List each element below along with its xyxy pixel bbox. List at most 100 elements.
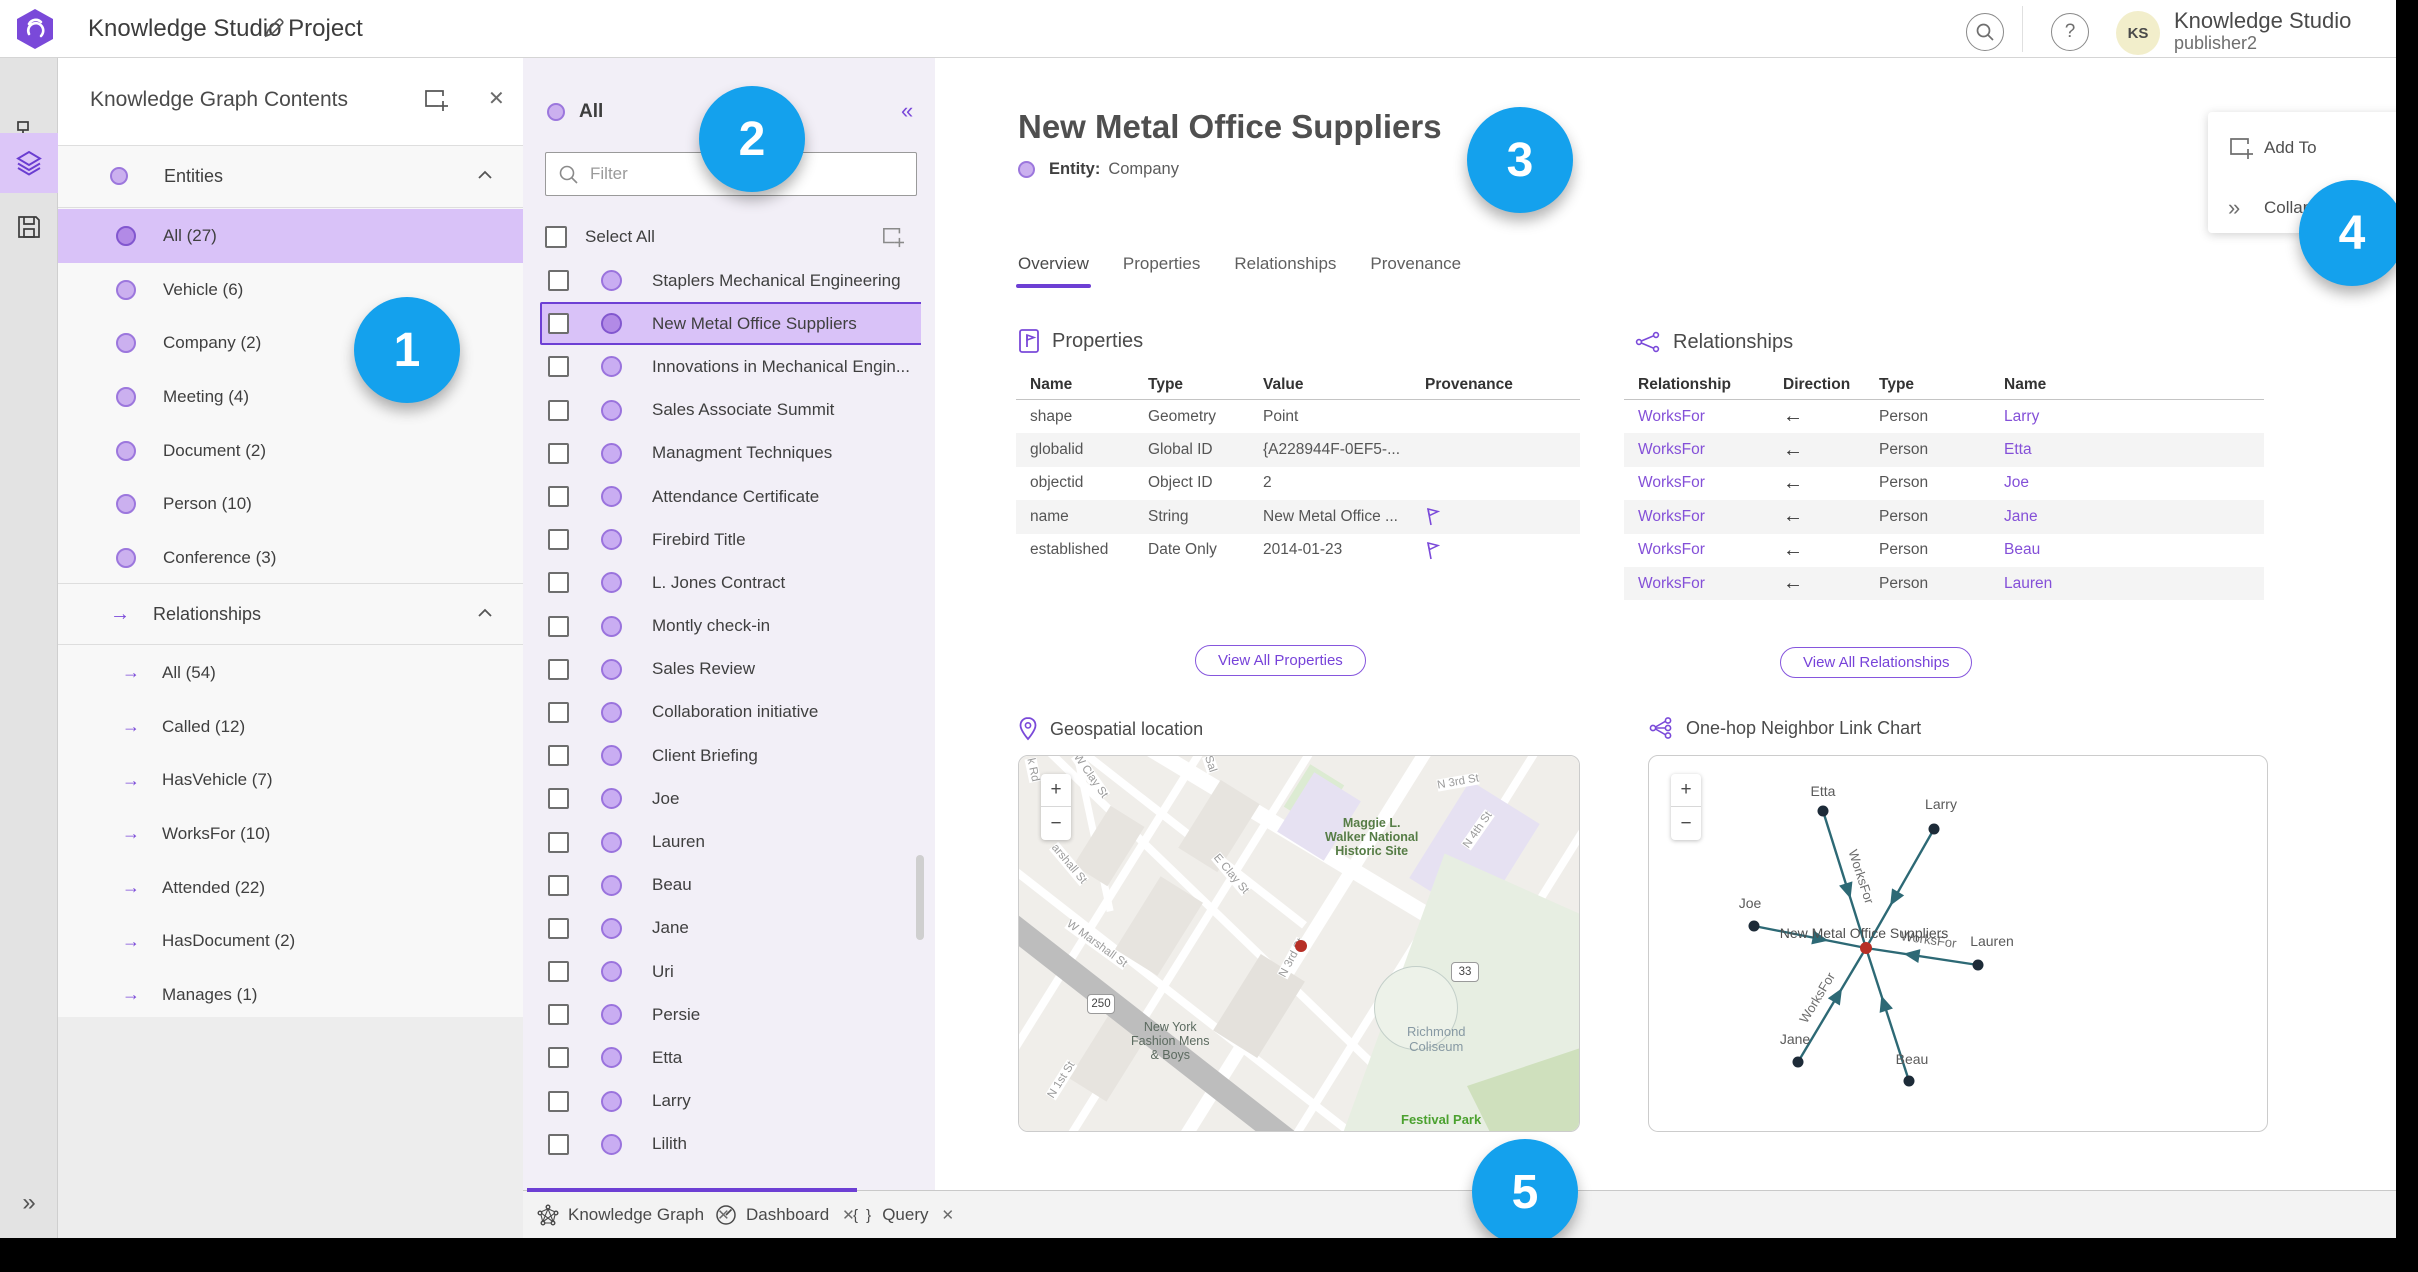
entity-list-item[interactable]: Firebird Title bbox=[540, 518, 921, 561]
entity-type-row[interactable]: Meeting (4) bbox=[58, 370, 523, 424]
tab-dashboard[interactable]: Dashboard ✕ bbox=[715, 1191, 855, 1239]
entity-list-item[interactable]: Joe bbox=[540, 777, 921, 820]
zoom-in-button[interactable]: + bbox=[1041, 774, 1071, 807]
view-all-relationships-button[interactable]: View All Relationships bbox=[1780, 647, 1973, 678]
node-Lauren[interactable] bbox=[1972, 959, 1984, 971]
entity-checkbox[interactable] bbox=[548, 270, 569, 292]
rail-contents-button[interactable] bbox=[0, 133, 58, 193]
entities-section-header[interactable]: Entities bbox=[58, 146, 523, 206]
entity-checkbox[interactable] bbox=[548, 486, 569, 508]
close-panel-icon[interactable]: ✕ bbox=[488, 86, 505, 111]
relationship-type-row[interactable]: → WorksFor (10) bbox=[58, 807, 523, 861]
entity-list-item[interactable]: Client Briefing bbox=[540, 734, 921, 777]
search-button[interactable] bbox=[1966, 13, 2004, 51]
help-button[interactable]: ? bbox=[2051, 13, 2089, 51]
node-Etta[interactable] bbox=[1817, 805, 1829, 817]
relationship-link[interactable]: WorksFor bbox=[1638, 541, 1783, 559]
relationship-link[interactable]: WorksFor bbox=[1638, 441, 1783, 459]
entity-type-row[interactable]: Conference (3) bbox=[58, 531, 523, 585]
entity-checkbox[interactable] bbox=[548, 572, 569, 594]
relationship-link[interactable]: WorksFor bbox=[1638, 474, 1783, 492]
entity-checkbox[interactable] bbox=[548, 442, 569, 464]
entity-list-item[interactable]: Sales Review bbox=[540, 648, 921, 691]
entity-checkbox[interactable] bbox=[548, 529, 569, 551]
select-all-checkbox[interactable] bbox=[545, 226, 567, 248]
entity-type-row[interactable]: Vehicle (6) bbox=[58, 263, 523, 317]
entity-checkbox[interactable] bbox=[548, 1004, 569, 1026]
entity-checkbox[interactable] bbox=[548, 399, 569, 421]
relationship-type-row[interactable]: → HasVehicle (7) bbox=[58, 753, 523, 807]
avatar[interactable]: KS bbox=[2116, 11, 2160, 55]
view-all-properties-button[interactable]: View All Properties bbox=[1195, 645, 1366, 676]
relationship-link[interactable]: WorksFor bbox=[1638, 508, 1783, 526]
tab-provenance[interactable]: Provenance bbox=[1370, 254, 1461, 288]
zoom-in-button[interactable]: + bbox=[1671, 774, 1701, 807]
entity-checkbox[interactable] bbox=[548, 658, 569, 680]
rail-save-button[interactable] bbox=[0, 197, 58, 257]
entity-list-item[interactable]: Montly check-in bbox=[540, 605, 921, 648]
entity-checkbox[interactable] bbox=[548, 1090, 569, 1112]
entity-list-item[interactable]: Staplers Mechanical Engineering bbox=[540, 259, 921, 302]
provenance-flag-icon[interactable] bbox=[1425, 541, 1440, 560]
relationship-type-row[interactable]: → HasDocument (2) bbox=[58, 914, 523, 968]
node-center[interactable] bbox=[1860, 942, 1872, 954]
link-chart-panel[interactable]: WorksFor WorksFor WorksFor Etta Larry Joe Laur… bbox=[1648, 755, 2268, 1132]
add-to-new-icon[interactable] bbox=[423, 88, 449, 112]
entity-list-item[interactable]: Managment Techniques bbox=[540, 432, 921, 475]
chevron-up-icon[interactable] bbox=[477, 170, 493, 180]
related-entity-link[interactable]: Lauren bbox=[2004, 575, 2134, 593]
relationships-section-header[interactable]: → Relationships bbox=[58, 584, 523, 644]
entity-list-item[interactable]: Innovations in Mechanical Engin... bbox=[540, 345, 921, 388]
list-scrollbar[interactable] bbox=[916, 855, 924, 940]
entity-list-item[interactable]: Lilith bbox=[540, 1123, 921, 1166]
entity-checkbox[interactable] bbox=[548, 1047, 569, 1069]
related-entity-link[interactable]: Etta bbox=[2004, 441, 2134, 459]
entity-list-item[interactable]: Attendance Certificate bbox=[540, 475, 921, 518]
entity-checkbox[interactable] bbox=[548, 615, 569, 637]
zoom-out-button[interactable]: − bbox=[1671, 807, 1701, 840]
relationship-link[interactable]: WorksFor bbox=[1638, 575, 1783, 593]
edit-title-icon[interactable] bbox=[262, 16, 286, 40]
tab-overview[interactable]: Overview bbox=[1016, 254, 1091, 288]
rail-expand-button[interactable]: » bbox=[0, 1178, 58, 1228]
close-tab-icon[interactable]: ✕ bbox=[937, 1206, 954, 1224]
chevron-up-icon[interactable] bbox=[477, 608, 493, 618]
entity-checkbox[interactable] bbox=[548, 1133, 569, 1155]
relationship-type-row[interactable]: → Attended (22) bbox=[58, 861, 523, 915]
related-entity-link[interactable]: Joe bbox=[2004, 474, 2134, 492]
relationship-type-row[interactable]: → Called (12) bbox=[58, 700, 523, 754]
entity-checkbox[interactable] bbox=[548, 701, 569, 723]
tab-properties[interactable]: Properties bbox=[1123, 254, 1200, 288]
tab-query[interactable]: { } Query ✕ bbox=[853, 1191, 954, 1239]
relationship-type-row[interactable]: → Manages (1) bbox=[58, 968, 523, 1022]
provenance-flag-icon[interactable] bbox=[1425, 507, 1440, 526]
entity-list-item[interactable]: Sales Associate Summit bbox=[540, 389, 921, 432]
entity-list-item[interactable]: Lauren bbox=[540, 820, 921, 863]
node-Larry[interactable] bbox=[1928, 823, 1940, 835]
entity-list-item[interactable]: Collaboration initiative bbox=[540, 691, 921, 734]
related-entity-link[interactable]: Larry bbox=[2004, 408, 2134, 426]
node-Jane[interactable] bbox=[1792, 1056, 1804, 1068]
entity-list-item[interactable]: L. Jones Contract bbox=[540, 561, 921, 604]
entity-list-item[interactable]: Persie bbox=[540, 993, 921, 1036]
entity-type-row[interactable]: Person (10) bbox=[58, 477, 523, 531]
zoom-out-button[interactable]: − bbox=[1041, 807, 1071, 840]
entity-type-row[interactable]: All (27) bbox=[58, 209, 523, 263]
entity-checkbox[interactable] bbox=[548, 313, 569, 335]
entity-type-row[interactable]: Document (2) bbox=[58, 424, 523, 478]
entity-checkbox[interactable] bbox=[548, 788, 569, 810]
entity-checkbox[interactable] bbox=[548, 356, 569, 378]
related-entity-link[interactable]: Beau bbox=[2004, 541, 2134, 559]
add-to-new-icon[interactable] bbox=[881, 226, 905, 248]
tab-relationships[interactable]: Relationships bbox=[1234, 254, 1336, 288]
node-Beau[interactable] bbox=[1903, 1075, 1915, 1087]
map-panel[interactable]: + − k Rd W Clay St Sal N 3rd St N 4th St arsh… bbox=[1018, 755, 1580, 1132]
entity-list-item[interactable]: Beau bbox=[540, 864, 921, 907]
entity-checkbox[interactable] bbox=[548, 874, 569, 896]
node-Joe[interactable] bbox=[1748, 920, 1760, 932]
entity-list-item[interactable]: Etta bbox=[540, 1036, 921, 1079]
entity-list-item[interactable]: Jane bbox=[540, 907, 921, 950]
add-to-menu-item[interactable]: Add To bbox=[2208, 124, 2408, 172]
relationship-type-row[interactable]: → All (54) bbox=[58, 646, 523, 700]
collapse-panel-icon[interactable]: « bbox=[901, 98, 913, 124]
